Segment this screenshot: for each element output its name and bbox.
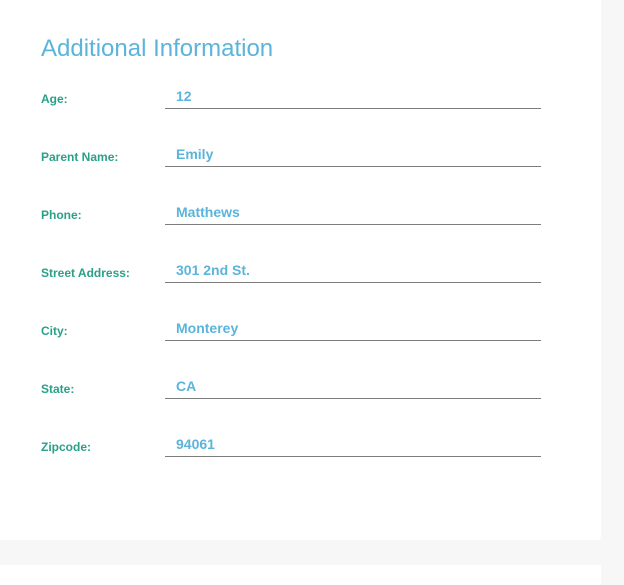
phone-input[interactable]: [165, 199, 541, 225]
age-row: Age:: [0, 83, 601, 141]
parent-name-label: Parent Name:: [41, 150, 119, 164]
city-label: City:: [41, 324, 68, 338]
phone-row: Phone:: [0, 199, 601, 257]
section-title: Additional Information: [41, 35, 274, 62]
zipcode-row: Zipcode:: [0, 431, 601, 489]
age-input[interactable]: [165, 83, 541, 109]
state-label: State:: [41, 382, 75, 396]
zipcode-label: Zipcode:: [41, 440, 91, 454]
street-address-label: Street Address:: [41, 266, 130, 280]
street-address-input[interactable]: [165, 257, 541, 283]
zipcode-input[interactable]: [165, 431, 541, 457]
state-input[interactable]: [165, 373, 541, 399]
age-label: Age:: [41, 92, 68, 106]
phone-label: Phone:: [41, 208, 82, 222]
city-input[interactable]: [165, 315, 541, 341]
city-row: City:: [0, 315, 601, 373]
parent-name-input[interactable]: [165, 141, 541, 167]
additional-info-card: Additional Information Age: Parent Name:…: [0, 0, 601, 540]
street-address-row: Street Address:: [0, 257, 601, 315]
parent-name-row: Parent Name:: [0, 141, 601, 199]
next-section-card: [0, 565, 601, 585]
state-row: State:: [0, 373, 601, 431]
